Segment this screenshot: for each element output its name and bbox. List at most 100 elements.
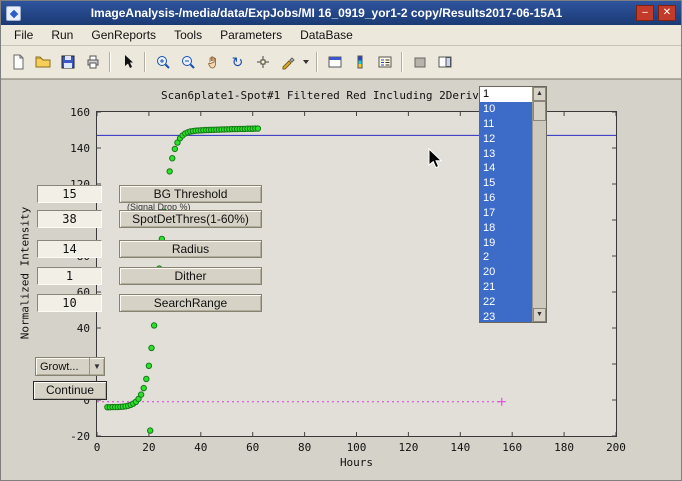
spot-det-thres-input[interactable] <box>37 210 102 228</box>
x-axis-label: Hours <box>96 456 617 469</box>
app-window: ImageAnalysis-/media/data/ExpJobs/MI 16_… <box>0 0 682 481</box>
radius-button[interactable]: Radius <box>119 240 262 258</box>
title-bar[interactable]: ImageAnalysis-/media/data/ExpJobs/MI 16_… <box>1 1 681 25</box>
x-tick-label: 60 <box>246 441 259 454</box>
listbox-item-19[interactable]: 19 <box>480 235 532 250</box>
continue-button[interactable]: Continue <box>33 381 107 400</box>
link-figure-button[interactable] <box>322 50 347 75</box>
bg-threshold-input[interactable] <box>37 185 102 203</box>
dither-input[interactable] <box>37 267 102 285</box>
growth-dropdown[interactable]: Growt... ▼ <box>35 357 105 376</box>
y-tick-label: 140 <box>54 142 90 155</box>
listbox-item-21[interactable]: 21 <box>480 280 532 295</box>
listbox-item-22[interactable]: 22 <box>480 294 532 309</box>
menu-bar: FileRunGenReportsToolsParametersDataBase <box>1 25 681 46</box>
listbox-item-2[interactable]: 2 <box>480 250 532 265</box>
listbox-item-1[interactable]: 1 <box>480 87 532 102</box>
x-tick-label: 180 <box>554 441 574 454</box>
insert-legend-button[interactable] <box>372 50 397 75</box>
search-range-button[interactable]: SearchRange <box>119 294 262 312</box>
listbox-item-18[interactable]: 18 <box>480 220 532 235</box>
rotate-3d-icon: ↻ <box>232 54 244 71</box>
menu-item-file[interactable]: File <box>5 26 42 44</box>
data-cursor-button[interactable] <box>250 50 275 75</box>
listbox-item-16[interactable]: 16 <box>480 191 532 206</box>
brush-icon <box>280 54 296 70</box>
listbox-item-20[interactable]: 20 <box>480 265 532 280</box>
new-file-button[interactable] <box>5 50 30 75</box>
brush-menu-arrow-button[interactable] <box>300 50 312 75</box>
brush-button[interactable] <box>275 50 300 75</box>
dither-button[interactable]: Dither <box>119 267 262 285</box>
chevron-down-icon <box>302 58 310 66</box>
search-range-input[interactable] <box>37 294 102 312</box>
spot-det-thres-button[interactable]: SpotDetThres(1-60%) <box>119 210 262 228</box>
listbox-item-11[interactable]: 11 <box>480 117 532 132</box>
rotate-3d-button[interactable]: ↻ <box>225 50 250 75</box>
x-tick-label: 100 <box>347 441 367 454</box>
save-icon <box>60 54 76 70</box>
close-button[interactable]: ✕ <box>658 5 676 21</box>
mouse-cursor <box>428 148 444 170</box>
bg-threshold-button[interactable]: BG Threshold <box>119 185 262 203</box>
print-button[interactable] <box>80 50 105 75</box>
hide-plot-tools-button[interactable] <box>407 50 432 75</box>
save-button[interactable] <box>55 50 80 75</box>
hide-plot-tools-icon <box>412 54 428 70</box>
x-tick-label: 0 <box>94 441 101 454</box>
y-tick-label: 40 <box>54 322 90 335</box>
zoom-out-button[interactable] <box>175 50 200 75</box>
toolbar: ↻ <box>1 46 681 79</box>
arrow-cursor-button[interactable] <box>115 50 140 75</box>
menu-item-tools[interactable]: Tools <box>165 26 211 44</box>
x-tick-label: 20 <box>142 441 155 454</box>
menu-item-parameters[interactable]: Parameters <box>211 26 291 44</box>
listbox-items: 110111213141516171819220212223 <box>480 87 532 322</box>
x-tick-label: 160 <box>502 441 522 454</box>
x-tick-label: 120 <box>398 441 418 454</box>
show-plot-tools-button[interactable] <box>432 50 457 75</box>
scroll-down-icon[interactable]: ▼ <box>533 308 546 322</box>
pan-hand-icon <box>205 54 221 70</box>
listbox-scrollbar[interactable]: ▲ ▼ <box>532 87 546 322</box>
growth-dropdown-label: Growt... <box>36 358 89 375</box>
listbox-item-10[interactable]: 10 <box>480 102 532 117</box>
y-axis-label: Normalized Intensity <box>19 207 32 339</box>
listbox-item-12[interactable]: 12 <box>480 131 532 146</box>
toolbar-separator <box>401 52 403 72</box>
x-tick-label: 140 <box>450 441 470 454</box>
insert-colorbar-button[interactable] <box>347 50 372 75</box>
toolbar-separator <box>109 52 111 72</box>
scroll-up-icon[interactable]: ▲ <box>533 87 546 101</box>
listbox-item-23[interactable]: 23 <box>480 309 532 322</box>
chart-title: Scan6plate1-Spot#1 Filtered Red Includin… <box>161 89 499 102</box>
y-tick-label: 160 <box>54 106 90 119</box>
listbox-item-13[interactable]: 13 <box>480 146 532 161</box>
menu-item-genreports[interactable]: GenReports <box>82 26 165 44</box>
listbox-item-14[interactable]: 14 <box>480 161 532 176</box>
open-folder-icon <box>35 54 51 70</box>
new-file-icon <box>10 54 26 70</box>
y-tick-label: -20 <box>54 430 90 443</box>
x-tick-label: 80 <box>298 441 311 454</box>
number-listbox[interactable]: 110111213141516171819220212223 ▲ ▼ <box>479 86 547 323</box>
radius-input[interactable] <box>37 240 102 258</box>
chevron-down-icon[interactable]: ▼ <box>89 358 104 375</box>
scrollbar-thumb[interactable] <box>533 101 546 121</box>
menu-item-database[interactable]: DataBase <box>291 26 362 44</box>
pan-hand-button[interactable] <box>200 50 225 75</box>
data-cursor-icon <box>255 54 271 70</box>
insert-legend-icon <box>377 54 393 70</box>
window-title: ImageAnalysis-/media/data/ExpJobs/MI 16_… <box>21 6 632 20</box>
x-tick-label: 40 <box>194 441 207 454</box>
x-tick-label: 200 <box>606 441 626 454</box>
menu-item-run[interactable]: Run <box>42 26 82 44</box>
arrow-cursor-icon <box>120 54 136 70</box>
listbox-item-17[interactable]: 17 <box>480 206 532 221</box>
zoom-in-button[interactable] <box>150 50 175 75</box>
show-plot-tools-icon <box>437 54 453 70</box>
zoom-out-icon <box>180 54 196 70</box>
open-folder-button[interactable] <box>30 50 55 75</box>
minimize-button[interactable]: – <box>636 5 654 21</box>
listbox-item-15[interactable]: 15 <box>480 176 532 191</box>
